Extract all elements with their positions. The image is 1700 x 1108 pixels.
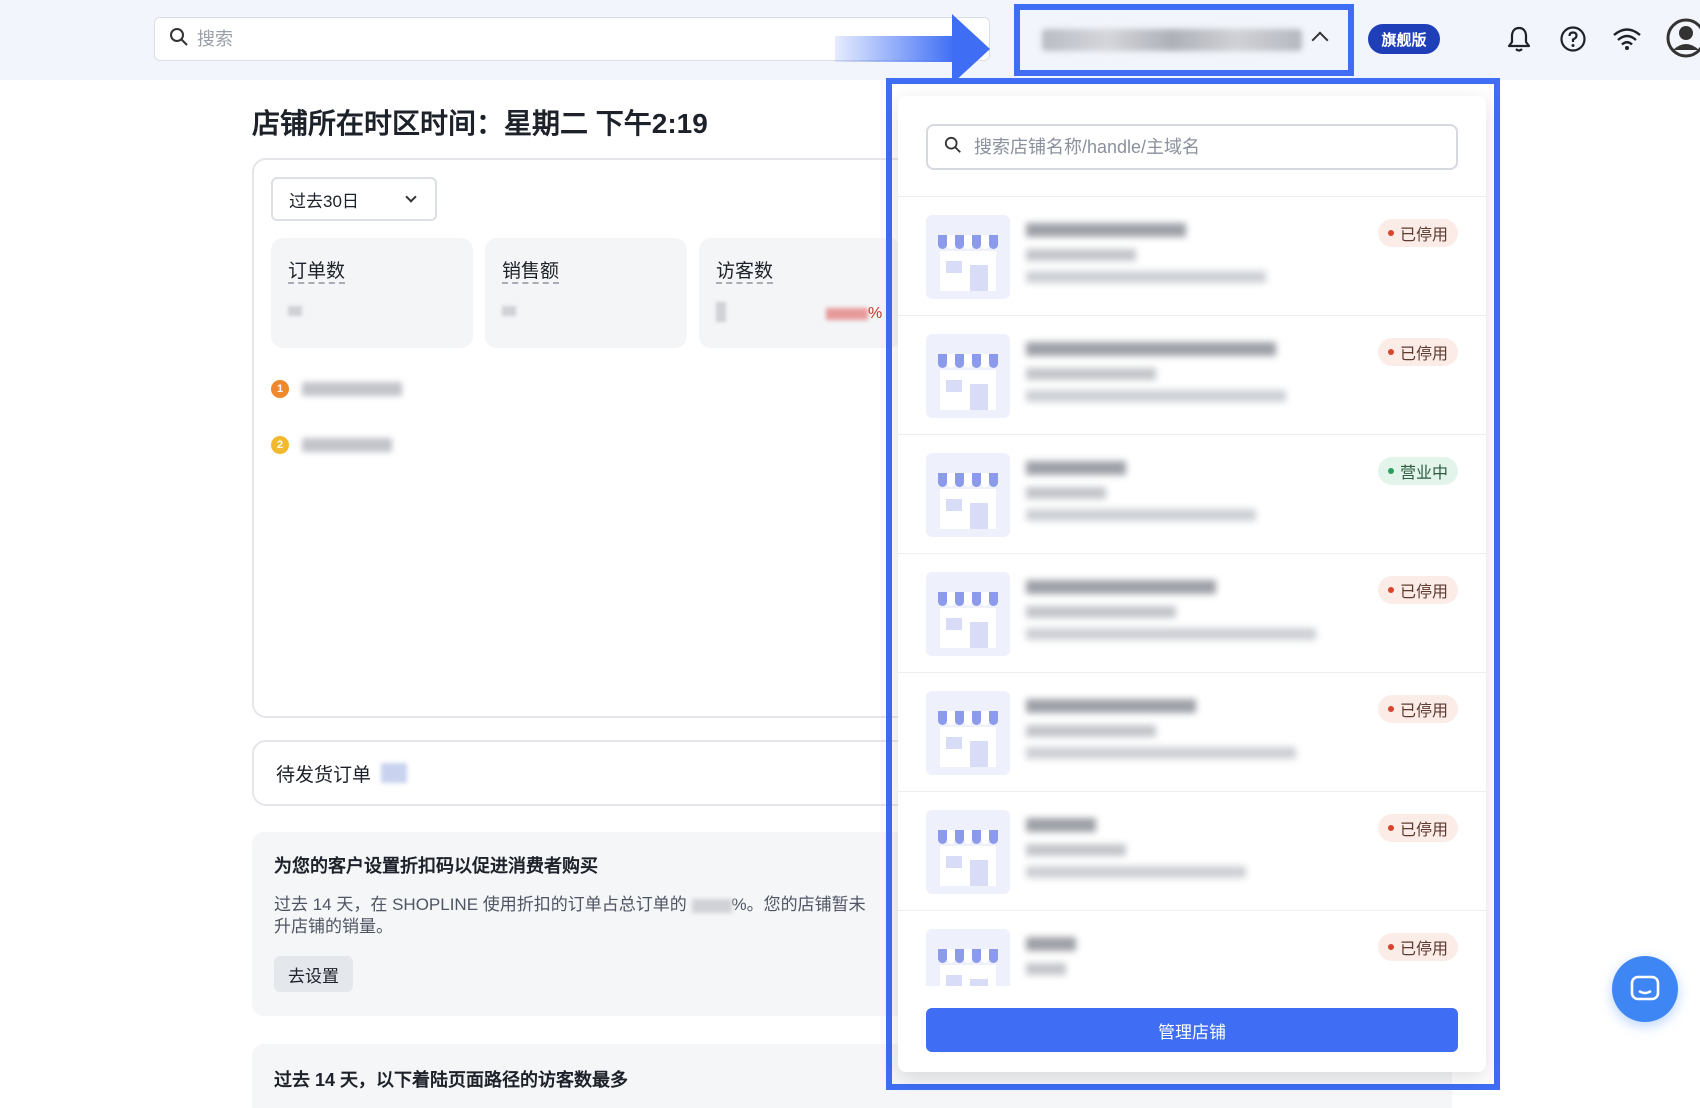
store-domain-blurred (1026, 271, 1266, 283)
store-list-item[interactable]: 已停用 (898, 197, 1486, 316)
store-list-item[interactable]: 已停用 (898, 554, 1486, 673)
rank-item-blurred (302, 382, 402, 396)
search-icon (944, 136, 962, 159)
store-status-badge: 营业中 (1377, 457, 1458, 485)
store-list[interactable]: 已停用 已停用 营业中 已停用 已停用 已停用 已停用 (898, 196, 1486, 986)
wifi-icon[interactable] (1608, 20, 1646, 58)
store-status-badge: 已停用 (1377, 576, 1458, 604)
store-list-item[interactable]: 已停用 (898, 673, 1486, 792)
store-thumbnail-icon (926, 453, 1010, 537)
store-domain-blurred (1026, 509, 1256, 521)
go-setup-button[interactable]: 去设置 (274, 956, 353, 992)
date-range-label: 过去30日 (289, 191, 359, 211)
pending-count-blurred (381, 763, 408, 783)
store-handle-blurred (1026, 606, 1176, 618)
store-list-item[interactable]: 已停用 (898, 316, 1486, 435)
bell-icon[interactable] (1500, 20, 1538, 58)
store-domain-blurred (1026, 628, 1316, 640)
chat-support-icon[interactable] (1612, 956, 1678, 1022)
current-store-name-blurred (1042, 29, 1302, 51)
rank-item-blurred (302, 438, 392, 452)
store-search[interactable] (926, 124, 1458, 170)
metric-change-blurred (826, 308, 868, 320)
metric-label: 销售额 (502, 261, 560, 282)
metric-percent-sign: % (868, 305, 883, 322)
metric-value-blurred (716, 302, 726, 322)
store-domain-blurred (1026, 866, 1246, 878)
store-list-item[interactable]: 营业中 (898, 435, 1486, 554)
chevron-down-icon (405, 191, 417, 203)
page-title: 店铺所在时区时间：星期二 下午2:19 (252, 108, 708, 139)
metric-value-blurred (288, 306, 302, 316)
promo-value-blurred (691, 898, 732, 913)
promo-title: 为您的客户设置折扣码以促进消费者购买 (274, 856, 598, 876)
store-status-badge: 已停用 (1377, 695, 1458, 723)
store-list-item[interactable]: 已停用 (898, 911, 1486, 986)
global-search-input[interactable] (197, 28, 897, 50)
store-name-blurred (1026, 937, 1076, 951)
rank-badge: 2 (271, 436, 289, 454)
store-switcher[interactable] (1014, 4, 1354, 76)
store-name-blurred (1026, 342, 1276, 356)
manage-stores-button[interactable]: 管理店铺 (926, 1008, 1458, 1052)
store-handle-blurred (1026, 963, 1066, 975)
store-thumbnail-icon (926, 334, 1010, 418)
metric-sales[interactable]: 销售额 (485, 238, 687, 348)
store-name-blurred (1026, 580, 1216, 594)
store-thumbnail-icon (926, 810, 1010, 894)
chevron-up-icon (1311, 31, 1329, 49)
avatar-icon[interactable] (1664, 16, 1700, 60)
promo-text-b: %。您的店铺暂未 (731, 895, 866, 914)
store-handle-blurred (1026, 249, 1136, 261)
help-icon[interactable] (1554, 20, 1592, 58)
store-handle-blurred (1026, 844, 1126, 856)
metric-label: 访客数 (716, 261, 774, 282)
promo-text: 过去 14 天，在 SHOPLINE 使用折扣的订单占总订单的 %。您的店铺暂未… (274, 894, 914, 938)
landing-pages-title: 过去 14 天，以下着陆页面路径的访客数最多 (252, 1044, 952, 1108)
store-status-badge: 已停用 (1377, 814, 1458, 842)
pending-orders-card[interactable]: 待发货订单 (252, 740, 952, 806)
store-search-input[interactable] (974, 136, 1434, 158)
store-handle-blurred (1026, 368, 1156, 380)
promo-text-c: 升店铺的销量。 (274, 917, 393, 936)
store-thumbnail-icon (926, 929, 1010, 986)
plan-badge: 旗舰版 (1368, 24, 1440, 54)
date-range-select[interactable]: 过去30日 (271, 177, 437, 221)
store-name-blurred (1026, 818, 1096, 832)
metric-value-blurred (502, 306, 516, 316)
store-list-item[interactable]: 已停用 (898, 792, 1486, 911)
rank-badge: 1 (271, 380, 289, 398)
store-status-badge: 已停用 (1377, 338, 1458, 366)
annotation-arrow-head (952, 14, 990, 84)
annotation-arrow-shaft (835, 36, 955, 62)
stats-card: 过去30日 订单数 销售额 访客数 1 2 (252, 158, 952, 718)
pending-orders-label: 待发货订单 (276, 764, 372, 786)
store-handle-blurred (1026, 725, 1156, 737)
store-domain-blurred (1026, 747, 1296, 759)
store-thumbnail-icon (926, 572, 1010, 656)
metric-visitors[interactable]: 访客数 (699, 238, 901, 348)
promo-text-a: 过去 14 天，在 SHOPLINE 使用折扣的订单占总订单的 (274, 895, 687, 914)
discount-promo-card: 为您的客户设置折扣码以促进消费者购买 过去 14 天，在 SHOPLINE 使用… (252, 832, 952, 1016)
store-thumbnail-icon (926, 215, 1010, 299)
search-icon (169, 27, 189, 52)
store-handle-blurred (1026, 487, 1106, 499)
store-name-blurred (1026, 461, 1126, 475)
store-domain-blurred (1026, 390, 1286, 402)
store-thumbnail-icon (926, 691, 1010, 775)
store-status-badge: 已停用 (1377, 219, 1458, 247)
store-status-badge: 已停用 (1377, 933, 1458, 961)
metric-label: 订单数 (288, 261, 346, 282)
store-dropdown-panel: 已停用 已停用 营业中 (898, 96, 1486, 1072)
store-name-blurred (1026, 699, 1196, 713)
store-name-blurred (1026, 223, 1186, 237)
metric-orders[interactable]: 订单数 (271, 238, 473, 348)
